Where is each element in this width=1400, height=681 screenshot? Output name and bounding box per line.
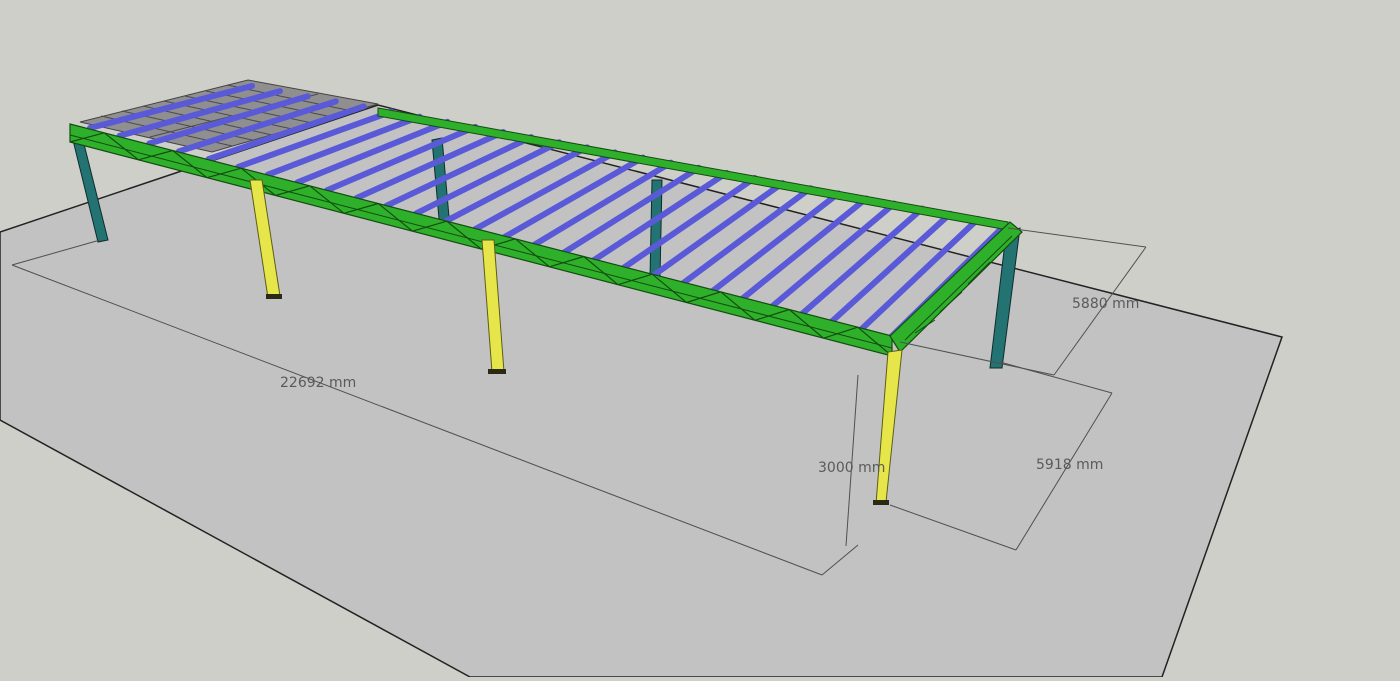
scene[interactable]: 22692 mm 5880 mm 5918 mm 3000 mm	[0, 0, 1400, 678]
dimension-depth-bottom-label: 5918 mm	[1036, 457, 1103, 473]
3d-model-viewport[interactable]: 22692 mm 5880 mm 5918 mm 3000 mm	[0, 0, 1400, 678]
dimension-length-label: 22692 mm	[280, 375, 356, 391]
dimension-depth-top-label: 5880 mm	[1072, 296, 1139, 312]
dimension-height-label: 3000 mm	[818, 460, 885, 476]
ground-plane	[0, 104, 1283, 678]
